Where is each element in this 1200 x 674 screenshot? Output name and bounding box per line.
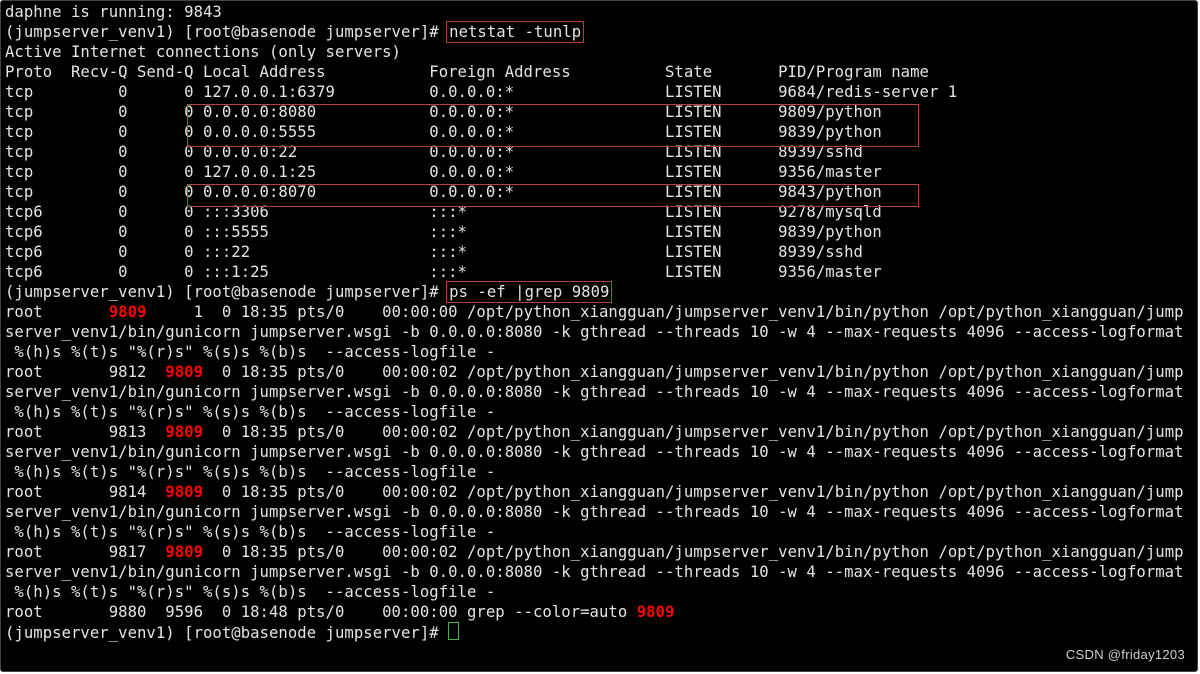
ps-row: %(h)s %(t)s "%(r)s" %(s)s %(b)s --access… xyxy=(5,342,1195,362)
netstat-row: tcp 0 0 0.0.0.0:22 0.0.0.0:* LISTEN 8939… xyxy=(5,142,1195,162)
ps-rows: root 9809 1 0 18:35 pts/0 00:00:00 /opt/… xyxy=(5,302,1195,602)
shell-prompt: (jumpserver_venv1) [root@basenode jumpse… xyxy=(5,624,448,642)
ps-row: root 9817 9809 0 18:35 pts/0 00:00:02 /o… xyxy=(5,542,1195,562)
grep-line: root 9880 9596 0 18:48 pts/0 00:00:00 gr… xyxy=(5,602,1195,622)
watermark: CSDN @friday1203 xyxy=(1066,645,1185,665)
ps-row: root 9813 9809 0 18:35 pts/0 00:00:02 /o… xyxy=(5,422,1195,442)
netstat-row: tcp6 0 0 :::1:25 :::* LISTEN 9356/master xyxy=(5,262,1195,282)
netstat-rows: tcp 0 0 127.0.0.1:6379 0.0.0.0:* LISTEN … xyxy=(5,82,1195,282)
ps-row: %(h)s %(t)s "%(r)s" %(s)s %(b)s --access… xyxy=(5,522,1195,542)
ps-row: server_venv1/bin/gunicorn jumpserver.wsg… xyxy=(5,382,1195,402)
netstat-row: tcp 0 0 0.0.0.0:5555 0.0.0.0:* LISTEN 98… xyxy=(5,122,1195,142)
ps-row: server_venv1/bin/gunicorn jumpserver.wsg… xyxy=(5,442,1195,462)
terminal-window[interactable]: daphne is running: 9843 (jumpserver_venv… xyxy=(0,0,1198,672)
cmd-netstat: netstat -tunlp xyxy=(446,21,584,43)
netstat-row: tcp6 0 0 :::22 :::* LISTEN 8939/sshd xyxy=(5,242,1195,262)
ps-row: %(h)s %(t)s "%(r)s" %(s)s %(b)s --access… xyxy=(5,582,1195,602)
netstat-row: tcp 0 0 127.0.0.1:25 0.0.0.0:* LISTEN 93… xyxy=(5,162,1195,182)
netstat-row: tcp6 0 0 :::5555 :::* LISTEN 9839/python xyxy=(5,222,1195,242)
status-line: daphne is running: 9843 xyxy=(5,2,1195,22)
ps-row: server_venv1/bin/gunicorn jumpserver.wsg… xyxy=(5,562,1195,582)
netstat-header: Proto Recv-Q Send-Q Local Address Foreig… xyxy=(5,62,1195,82)
netstat-row: tcp6 0 0 :::3306 :::* LISTEN 9278/mysqld xyxy=(5,202,1195,222)
prompt-line-1: (jumpserver_venv1) [root@basenode jumpse… xyxy=(5,22,1195,42)
ps-row: server_venv1/bin/gunicorn jumpserver.wsg… xyxy=(5,502,1195,522)
netstat-row: tcp 0 0 0.0.0.0:8080 0.0.0.0:* LISTEN 98… xyxy=(5,102,1195,122)
cmd-ps-grep: ps -ef |grep 9809 xyxy=(446,281,612,303)
ps-row: server_venv1/bin/gunicorn jumpserver.wsg… xyxy=(5,322,1195,342)
prompt-line-2: (jumpserver_venv1) [root@basenode jumpse… xyxy=(5,282,1195,302)
shell-prompt: (jumpserver_venv1) [root@basenode jumpse… xyxy=(5,23,448,41)
ps-row: root 9809 1 0 18:35 pts/0 00:00:00 /opt/… xyxy=(5,302,1195,322)
ps-row: root 9814 9809 0 18:35 pts/0 00:00:02 /o… xyxy=(5,482,1195,502)
cursor[interactable] xyxy=(448,622,459,640)
ps-row: root 9812 9809 0 18:35 pts/0 00:00:02 /o… xyxy=(5,362,1195,382)
ps-row: %(h)s %(t)s "%(r)s" %(s)s %(b)s --access… xyxy=(5,402,1195,422)
shell-prompt: (jumpserver_venv1) [root@basenode jumpse… xyxy=(5,283,448,301)
ps-row: %(h)s %(t)s "%(r)s" %(s)s %(b)s --access… xyxy=(5,462,1195,482)
netstat-row: tcp 0 0 0.0.0.0:8070 0.0.0.0:* LISTEN 98… xyxy=(5,182,1195,202)
active-connections-line: Active Internet connections (only server… xyxy=(5,42,1195,62)
netstat-row: tcp 0 0 127.0.0.1:6379 0.0.0.0:* LISTEN … xyxy=(5,82,1195,102)
prompt-line-3: (jumpserver_venv1) [root@basenode jumpse… xyxy=(5,622,1195,643)
